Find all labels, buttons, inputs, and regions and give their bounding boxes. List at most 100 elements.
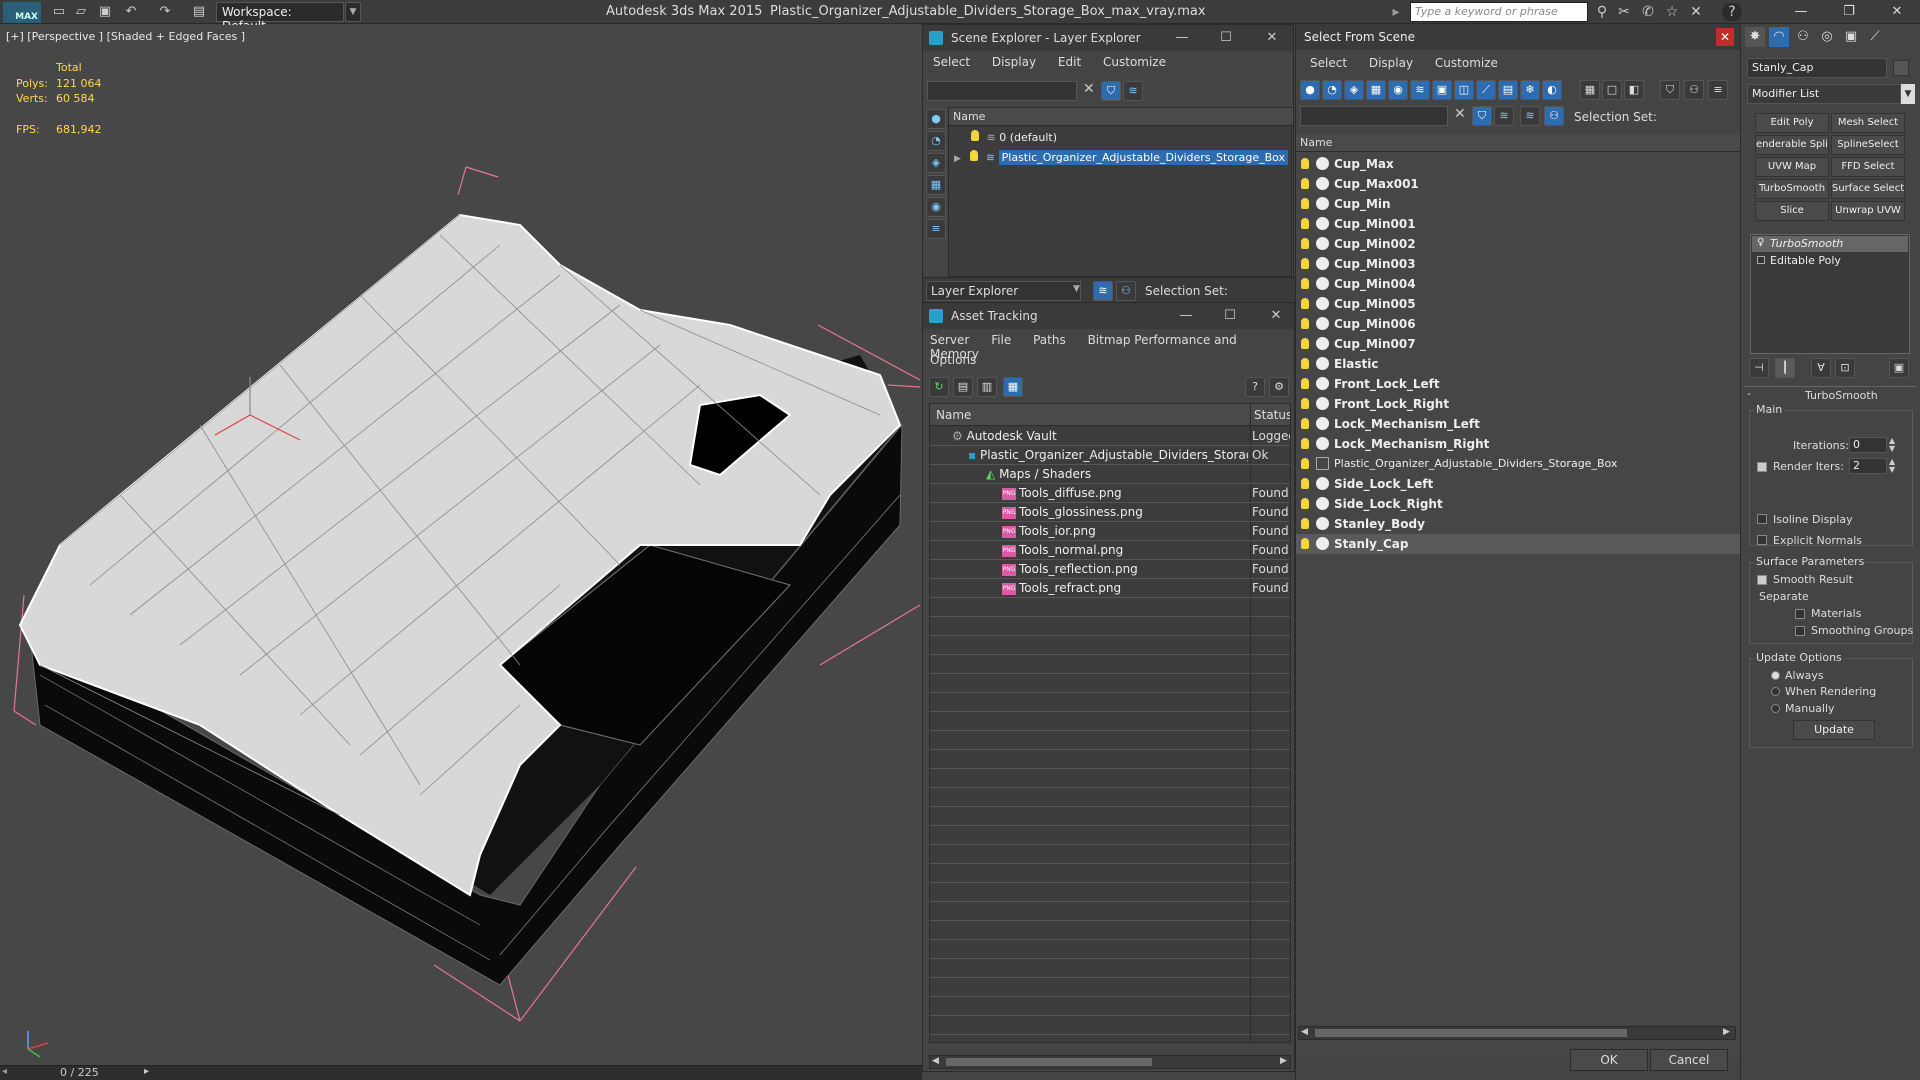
perspective-viewport[interactable]: [+] [Perspective ] [Shaded + Edged Faces…	[0, 25, 922, 1065]
close-x-icon[interactable]: ✕	[1686, 3, 1706, 21]
manually-radio[interactable]	[1771, 704, 1780, 713]
object-list-item[interactable]: Cup_Max001	[1296, 174, 1740, 194]
scrollbar-thumb[interactable]	[946, 1058, 1152, 1066]
close-icon[interactable]: ✕	[1263, 306, 1289, 326]
light-bulb-icon[interactable]	[1301, 418, 1309, 429]
collapse-icon[interactable]: -	[1747, 387, 1751, 400]
expand-arrow-icon[interactable]: ▶	[954, 154, 961, 164]
clear-filter-icon[interactable]: ✕	[1083, 81, 1095, 97]
scroll-right-icon[interactable]: ▶	[1723, 1027, 1730, 1037]
binoculars-icon[interactable]: ⚲	[1592, 3, 1612, 21]
time-slider[interactable]: ◂ 0 / 225 ▸	[0, 1065, 922, 1080]
turbosmooth-button[interactable]: TurboSmooth	[1755, 179, 1829, 199]
helpers-filter-icon[interactable]: ◉	[1388, 80, 1408, 100]
edit-poly-button[interactable]: Edit Poly	[1755, 113, 1829, 133]
menu-options[interactable]: Options	[930, 353, 976, 367]
app-logo[interactable]: MAX	[3, 2, 41, 23]
undo-icon[interactable]: ↶	[122, 3, 140, 21]
object-list-item[interactable]: Plastic_Organizer_Adjustable_Dividers_St…	[1296, 454, 1740, 474]
display-shapes-icon[interactable]: ◔	[926, 131, 946, 151]
render-iters-spinner[interactable]: 2	[1849, 458, 1887, 474]
light-bulb-icon[interactable]	[1301, 438, 1309, 449]
layer-row-default[interactable]: ≋ 0 (default)	[949, 130, 1293, 149]
time-prev-icon[interactable]: ◂	[2, 1066, 7, 1077]
open-folder-icon[interactable]: ▱	[72, 3, 90, 21]
renderable-spline-button[interactable]: enderable Spli	[1755, 135, 1829, 155]
display-lights-icon[interactable]: ◈	[926, 153, 946, 173]
explicit-normals-checkbox[interactable]	[1757, 535, 1767, 545]
hierarchy-mode-icon[interactable]: ⚇	[1544, 106, 1564, 126]
light-bulb-icon[interactable]	[1301, 518, 1309, 529]
restore-window-icon[interactable]: ❐	[1834, 2, 1864, 22]
scroll-left-icon[interactable]: ◀	[932, 1056, 939, 1066]
hierarchy-mode-icon[interactable]: ⚇	[1116, 281, 1136, 301]
sort-icon[interactable]: ≡	[1708, 80, 1728, 100]
hierarchy-tab-icon[interactable]: ⚇	[1793, 27, 1813, 47]
light-bulb-icon[interactable]	[1301, 238, 1309, 249]
menu-file[interactable]: File	[991, 333, 1011, 347]
menu-display[interactable]: Display	[992, 55, 1036, 69]
shapes-filter-icon[interactable]: ◔	[1322, 80, 1342, 100]
show-end-result-icon[interactable]: ┃	[1775, 358, 1795, 378]
table-row[interactable]: PNG Tools_ior.png Found	[930, 522, 1290, 541]
minimize-icon[interactable]: —	[1169, 28, 1195, 48]
light-bulb-icon[interactable]	[1301, 258, 1309, 269]
table-row[interactable]: ▪ Plastic_Organizer_Adjustable_Dividers_…	[930, 446, 1290, 465]
iterations-spinner[interactable]: 0	[1849, 437, 1887, 453]
close-icon[interactable]: ✕	[1716, 28, 1734, 46]
geometry-filter-icon[interactable]: ●	[1300, 80, 1320, 100]
object-list-item[interactable]: Front_Lock_Left	[1296, 374, 1740, 394]
table-row[interactable]: PNG Tools_refract.png Found	[930, 579, 1290, 598]
close-window-icon[interactable]: ✕	[1882, 2, 1912, 22]
object-list-item[interactable]: Side_Lock_Right	[1296, 494, 1740, 514]
save-icon[interactable]: ▣	[96, 3, 114, 21]
light-bulb-icon[interactable]	[971, 130, 979, 141]
invert-selection-icon[interactable]: ◧	[1624, 80, 1644, 100]
project-icon[interactable]: ▤	[190, 3, 208, 21]
lights-filter-icon[interactable]: ◈	[1344, 80, 1364, 100]
scroll-right-icon[interactable]: ▶	[1280, 1056, 1287, 1066]
menu-select[interactable]: Select	[1310, 56, 1347, 70]
light-bulb-icon[interactable]	[970, 150, 979, 161]
light-bulb-icon[interactable]	[1301, 378, 1309, 389]
bones-filter-icon[interactable]: ⟋	[1476, 80, 1496, 100]
menu-paths[interactable]: Paths	[1033, 333, 1066, 347]
display-cameras-icon[interactable]: ▦	[926, 175, 946, 195]
render-iters-checkbox[interactable]	[1757, 462, 1767, 472]
menu-select[interactable]: Select	[933, 55, 970, 69]
object-list-item[interactable]: Cup_Min	[1296, 194, 1740, 214]
light-bulb-icon[interactable]	[1301, 198, 1309, 209]
configure-modifier-sets-icon[interactable]: ▣	[1889, 358, 1909, 378]
object-list-scrollbar[interactable]: ◀ ▶	[1298, 1026, 1736, 1040]
table-view-icon[interactable]: ▦	[1003, 377, 1023, 397]
isoline-display-checkbox[interactable]	[1757, 514, 1767, 524]
motion-tab-icon[interactable]: ◎	[1817, 27, 1837, 47]
maximize-icon[interactable]: ☐	[1213, 28, 1239, 48]
column-status[interactable]: Status	[1254, 408, 1290, 422]
layer-mode-icon[interactable]: ≋	[1093, 281, 1113, 301]
cancel-button[interactable]: Cancel	[1650, 1049, 1728, 1071]
light-bulb-icon[interactable]	[1301, 218, 1309, 229]
stack-item-turbosmooth[interactable]: ♀ TurboSmooth	[1752, 236, 1908, 252]
help-icon[interactable]: ?	[1722, 3, 1742, 21]
create-tab-icon[interactable]: ✸	[1745, 27, 1765, 47]
menu-edit[interactable]: Edit	[1058, 55, 1081, 69]
layer-filter-icon[interactable]: ≋	[1494, 106, 1514, 126]
search-input[interactable]: Type a keyword or phrase	[1410, 2, 1588, 22]
filter-icon[interactable]: ⛉	[1101, 81, 1121, 101]
ffd-select-button[interactable]: FFD Select	[1831, 157, 1905, 177]
object-color-swatch[interactable]	[1893, 60, 1909, 76]
new-file-icon[interactable]: ▭	[50, 3, 68, 21]
turbosmooth-rollout-header[interactable]: - TurboSmooth	[1745, 386, 1917, 402]
light-bulb-icon[interactable]	[1301, 298, 1309, 309]
display-tab-icon[interactable]: ▣	[1841, 27, 1861, 47]
render-iters-spinner-arrows-icon[interactable]: ▲ ▼	[1889, 458, 1895, 474]
object-list-item[interactable]: Lock_Mechanism_Left	[1296, 414, 1740, 434]
modifier-list-dropdown[interactable]: Modifier List	[1747, 84, 1901, 104]
redo-icon[interactable]: ↷	[156, 3, 174, 21]
menu-customize[interactable]: Customize	[1435, 56, 1498, 70]
layer-filter-icon[interactable]: ≋	[1123, 81, 1143, 101]
explorer-type-dropdown[interactable]: Layer Explorer	[926, 281, 1081, 301]
menu-customize[interactable]: Customize	[1103, 55, 1166, 69]
layer-tree-header[interactable]: Name	[949, 108, 1293, 126]
